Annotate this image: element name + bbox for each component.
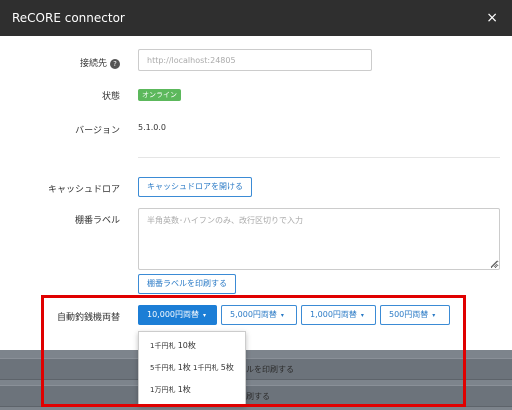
chevron-down-icon: ▾ xyxy=(280,312,284,319)
background-bar-text: 刷する xyxy=(246,392,270,401)
chevron-down-icon: ▾ xyxy=(360,312,364,319)
exchange-10000-label: 10,000円両替 xyxy=(147,310,199,319)
version-label: バージョン xyxy=(75,126,120,136)
background-bar: 刷する xyxy=(0,385,512,407)
exchange-1000-label: 1,000円両替 xyxy=(310,310,357,319)
connection-url-input[interactable] xyxy=(138,49,372,71)
note-type: 1千円札 xyxy=(193,364,219,372)
help-icon[interactable]: ? xyxy=(110,59,120,69)
exchange-500-button[interactable]: 500円両替 ▾ xyxy=(380,305,450,325)
dropdown-item[interactable]: 5千円札 1枚 1千円札 5枚 xyxy=(150,362,234,373)
exchange-dropdown-menu: 1千円札 10枚 5千円札 1枚 1千円札 5枚 1万円札 1枚 xyxy=(138,331,246,405)
shelf-label-textarea[interactable] xyxy=(138,208,500,270)
note-count: 5枚 xyxy=(220,363,234,372)
connection-label-text: 接続先 xyxy=(79,59,107,69)
dialog-header: ReCORE connector × xyxy=(0,0,512,36)
background-bar-text: ルを印刷する xyxy=(246,365,294,374)
dialog-title: ReCORE connector xyxy=(12,11,125,25)
version-value: 5.1.0.0 xyxy=(138,123,166,132)
resize-grip-icon[interactable] xyxy=(490,260,498,268)
dropdown-item[interactable]: 1万円札 1枚 xyxy=(150,384,191,395)
cash-drawer-label: キャッシュドロア xyxy=(47,185,120,195)
recore-connector-dialog: ReCORE connector × 接続先? 状態 オンライン バージョン 5… xyxy=(0,0,512,410)
changer-label: 自動釣銭機両替 xyxy=(56,313,120,323)
note-count: 10枚 xyxy=(177,341,196,350)
background-dim: ルを印刷する 刷する xyxy=(0,350,512,410)
shelf-label-label: 棚番ラベル xyxy=(74,216,120,226)
exchange-5000-label: 5,000円両替 xyxy=(230,310,277,319)
exchange-500-label: 500円両替 xyxy=(389,310,429,319)
note-count: 1枚 xyxy=(177,363,191,372)
section-divider xyxy=(138,157,500,158)
status-label: 状態 xyxy=(101,92,120,102)
print-shelf-label-button[interactable]: 棚番ラベルを印刷する xyxy=(138,274,236,294)
connection-label: 接続先? xyxy=(80,56,120,69)
close-icon[interactable]: × xyxy=(486,11,498,25)
status-badge: オンライン xyxy=(138,89,181,101)
background-bar: ルを印刷する xyxy=(0,358,512,380)
open-cash-drawer-button[interactable]: キャッシュドロアを開ける xyxy=(138,177,252,197)
note-type: 1千円札 xyxy=(150,342,176,350)
exchange-1000-button[interactable]: 1,000円両替 ▾ xyxy=(301,305,376,325)
chevron-down-icon: ▾ xyxy=(203,312,207,319)
chevron-down-icon: ▾ xyxy=(432,312,436,319)
note-type: 5千円札 xyxy=(150,364,176,372)
dropdown-item[interactable]: 1千円札 10枚 xyxy=(150,340,196,351)
note-type: 1万円札 xyxy=(150,386,176,394)
exchange-10000-button[interactable]: 10,000円両替 ▾ xyxy=(138,305,217,325)
exchange-5000-button[interactable]: 5,000円両替 ▾ xyxy=(221,305,297,325)
note-count: 1枚 xyxy=(177,385,191,394)
